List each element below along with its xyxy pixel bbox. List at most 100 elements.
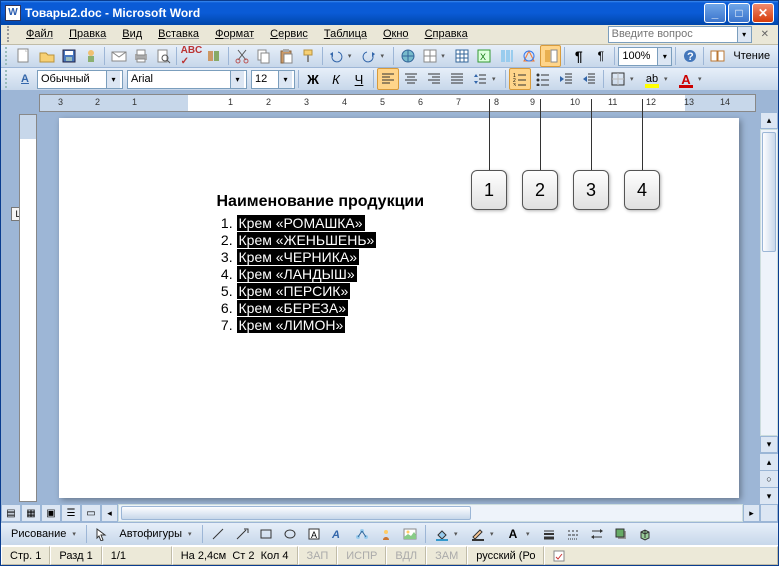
menu-edit[interactable]: Правка (62, 26, 113, 42)
menu-tools[interactable]: Сервис (263, 26, 315, 42)
zoom-dropdown[interactable]: ▾ (657, 48, 671, 65)
browse-object-button[interactable]: ○ (760, 470, 778, 487)
underline-button[interactable]: Ч (348, 68, 370, 90)
drawing-menu[interactable]: Рисование (7, 528, 70, 540)
styles-pane-button[interactable]: A (14, 68, 36, 90)
oval-tool-button[interactable] (279, 523, 301, 545)
print-button[interactable] (130, 45, 151, 67)
outline-view-button[interactable]: ☰ (61, 504, 81, 522)
align-justify-button[interactable] (446, 68, 468, 90)
diagram-button[interactable] (351, 523, 373, 545)
reading-layout-label[interactable]: Чтение (729, 50, 774, 62)
next-page-button[interactable]: ▾ (760, 487, 778, 504)
cut-button[interactable] (231, 45, 252, 67)
line-color-button[interactable] (466, 523, 488, 545)
menu-close-icon[interactable]: ✕ (758, 29, 772, 40)
save-button[interactable] (58, 45, 79, 67)
3d-button[interactable] (634, 523, 656, 545)
vertical-scrollbar[interactable]: ▴ ▾ ▴ ○ ▾ (760, 112, 778, 504)
numbered-list-button[interactable]: 123 (509, 68, 531, 90)
menu-window[interactable]: Окно (376, 26, 416, 42)
tables-dropdown[interactable]: ▾ (441, 52, 451, 60)
redo-button[interactable] (358, 45, 379, 67)
hscroll-track[interactable] (118, 504, 743, 522)
borders-button[interactable] (607, 68, 629, 90)
size-input[interactable] (252, 71, 278, 88)
scroll-left-button[interactable]: ◂ (101, 504, 118, 522)
hscroll-thumb[interactable] (121, 506, 471, 520)
document-map-button[interactable] (540, 45, 561, 67)
font-dropdown[interactable]: ▾ (230, 71, 244, 88)
size-combo[interactable]: ▾ (251, 70, 295, 89)
highlight-button[interactable]: ab (641, 68, 663, 90)
undo-dropdown[interactable]: ▾ (348, 52, 358, 60)
prev-page-button[interactable]: ▴ (760, 453, 778, 470)
research-button[interactable] (203, 45, 224, 67)
toolbar2-handle[interactable] (5, 70, 10, 88)
permissions-button[interactable] (80, 45, 101, 67)
increase-indent-button[interactable] (578, 68, 600, 90)
email-button[interactable] (108, 45, 129, 67)
line-tool-button[interactable] (207, 523, 229, 545)
menu-view[interactable]: Вид (115, 26, 149, 42)
open-button[interactable] (36, 45, 57, 67)
minimize-button[interactable]: _ (704, 3, 726, 23)
select-objects-button[interactable] (91, 523, 113, 545)
font-color-draw-button[interactable]: A (502, 523, 524, 545)
tables-borders-button[interactable] (419, 45, 440, 67)
shadow-button[interactable] (610, 523, 632, 545)
insert-excel-button[interactable]: X (474, 45, 495, 67)
autoshapes-menu[interactable]: Автофигуры (115, 528, 186, 540)
style-dropdown[interactable]: ▾ (106, 71, 120, 88)
decrease-indent-button[interactable] (555, 68, 577, 90)
align-right-button[interactable] (423, 68, 445, 90)
status-ovr[interactable]: ЗАМ (426, 546, 467, 565)
spellcheck-button[interactable]: ABC✓ (180, 45, 202, 67)
insert-table-button[interactable] (452, 45, 473, 67)
document-area[interactable]: Наименование продукции Крем «РОМАШКА» Кр… (37, 112, 760, 504)
status-ext[interactable]: ВДЛ (386, 546, 426, 565)
menu-format[interactable]: Формат (208, 26, 261, 42)
autoshapes-dropdown[interactable]: ▾ (188, 530, 198, 538)
menu-help[interactable]: Справка (418, 26, 475, 42)
reading-view-button[interactable]: ▭ (81, 504, 101, 522)
line-spacing-dropdown[interactable]: ▾ (492, 75, 502, 83)
fill-color-dropdown[interactable]: ▾ (454, 530, 464, 538)
borders-dropdown[interactable]: ▾ (630, 75, 640, 83)
scroll-down-button[interactable]: ▾ (760, 436, 778, 453)
show-formatting-button[interactable]: ¶ (590, 45, 611, 67)
line-style-button[interactable] (538, 523, 560, 545)
status-trk[interactable]: ИСПР (337, 546, 386, 565)
menu-insert[interactable]: Вставка (151, 26, 206, 42)
arrow-style-button[interactable] (586, 523, 608, 545)
vscroll-track[interactable] (760, 129, 778, 436)
font-color-dropdown[interactable]: ▾ (698, 75, 708, 83)
zoom-combo[interactable]: ▾ (618, 47, 672, 66)
toolbar-handle[interactable] (5, 47, 10, 65)
style-input[interactable] (38, 71, 106, 88)
new-doc-button[interactable] (14, 45, 35, 67)
dash-style-button[interactable] (562, 523, 584, 545)
drawing-toolbar-button[interactable] (518, 45, 539, 67)
insert-picture-button[interactable] (399, 523, 421, 545)
style-combo[interactable]: ▾ (37, 70, 123, 89)
menubar-handle[interactable] (7, 26, 13, 42)
vscroll-thumb[interactable] (762, 132, 776, 252)
highlight-dropdown[interactable]: ▾ (664, 75, 674, 83)
menu-table[interactable]: Таблица (317, 26, 374, 42)
ask-question-dropdown[interactable]: ▾ (738, 26, 752, 43)
copy-button[interactable] (254, 45, 275, 67)
columns-button[interactable] (496, 45, 517, 67)
line-color-dropdown[interactable]: ▾ (490, 530, 500, 538)
reading-layout-icon[interactable] (707, 45, 728, 67)
line-spacing-button[interactable] (469, 68, 491, 90)
align-center-button[interactable] (400, 68, 422, 90)
status-rec[interactable]: ЗАП (298, 546, 338, 565)
textbox-tool-button[interactable]: A (303, 523, 325, 545)
status-spell-icon[interactable] (544, 546, 778, 565)
size-dropdown[interactable]: ▾ (278, 71, 292, 88)
ask-question-input[interactable] (608, 26, 738, 43)
bulleted-list-button[interactable] (532, 68, 554, 90)
hyperlink-button[interactable] (397, 45, 418, 67)
align-left-button[interactable] (377, 68, 399, 90)
